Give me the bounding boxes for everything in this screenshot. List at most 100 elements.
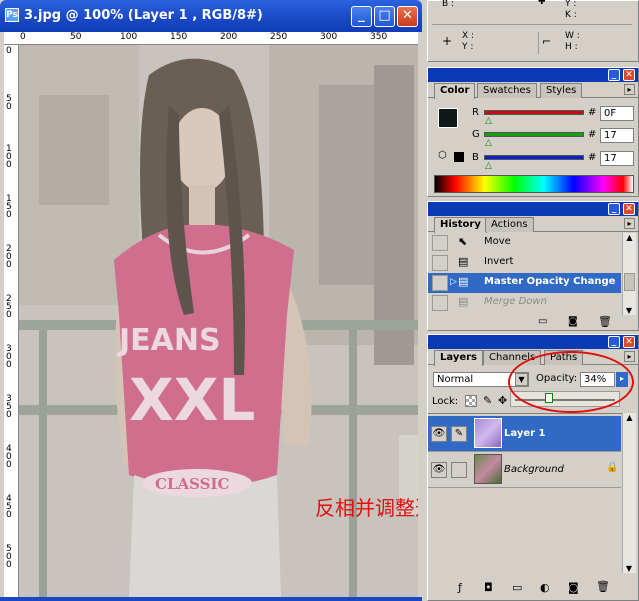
brush-icon[interactable]: ✎ xyxy=(483,394,492,407)
ruler-tick-label: 3 5 0 xyxy=(6,394,12,420)
history-brush-checkbox[interactable] xyxy=(432,275,448,291)
ruler-tick-label: 5 0 xyxy=(6,94,12,112)
move-tool-icon: ⬉ xyxy=(458,235,468,248)
ruler-vertical: 0 5 0 1 0 0 1 5 0 2 0 0 2 5 0 3 0 0 3 5 … xyxy=(4,45,19,597)
layer-row[interactable]: 👁 Background 🔒 xyxy=(428,452,621,488)
scroll-down-icon[interactable]: ▼ xyxy=(623,306,635,315)
maximize-button[interactable]: □ xyxy=(374,6,395,27)
history-brush-checkbox[interactable] xyxy=(432,255,448,271)
paintbrush-icon[interactable]: ✎ xyxy=(451,426,467,442)
ruler-tick-label: 2 0 0 xyxy=(6,244,12,270)
channel-g-field[interactable]: 17 xyxy=(600,128,634,143)
history-item-undone[interactable]: ▤ Merge Down xyxy=(428,293,621,313)
eye-icon[interactable]: 👁 xyxy=(431,426,447,442)
color-panel: _ ✕ Color Swatches Styles ▸ ⬡ R △ # 0F G… xyxy=(427,67,639,197)
slider-thumb-icon[interactable]: △ xyxy=(485,138,492,148)
hash-label: # xyxy=(588,107,597,118)
trash-icon[interactable]: 🗑 xyxy=(596,580,610,593)
ruler-tick-label: 300 xyxy=(320,32,338,42)
ruler-tick-label: 1 0 0 xyxy=(6,144,12,170)
panel-menu-arrow-icon[interactable]: ▸ xyxy=(624,84,635,95)
panel-minimize-button[interactable]: _ xyxy=(608,203,620,215)
close-button[interactable]: ✕ xyxy=(397,6,418,27)
scroll-up-icon[interactable]: ▲ xyxy=(623,233,636,242)
panel-close-button[interactable]: ✕ xyxy=(623,69,635,81)
channel-g-slider[interactable] xyxy=(484,132,584,137)
layer-mask-icon[interactable]: ◘ xyxy=(484,581,493,594)
annotation-circle xyxy=(508,351,634,413)
history-scrollbar[interactable]: ▲ ▼ xyxy=(622,233,636,315)
foreground-color-swatch[interactable] xyxy=(438,108,458,128)
lock-icon: 🔒 xyxy=(606,462,619,473)
panel-close-button[interactable]: ✕ xyxy=(623,336,635,348)
trash-icon[interactable]: 🗑 xyxy=(598,315,612,328)
channel-b-field[interactable]: 17 xyxy=(600,151,634,166)
hash-label: # xyxy=(588,129,597,140)
history-brush-checkbox[interactable] xyxy=(432,235,448,251)
move-lock-icon[interactable]: ✥ xyxy=(498,394,507,407)
panel-menu-arrow-icon[interactable]: ▸ xyxy=(624,351,635,362)
new-snapshot-icon[interactable]: ▭ xyxy=(538,316,547,327)
scroll-thumb[interactable] xyxy=(624,273,635,291)
shirt-print-line1: JEANS xyxy=(117,323,221,358)
scroll-down-icon[interactable]: ▼ xyxy=(623,564,635,573)
tab-actions[interactable]: Actions xyxy=(485,217,534,232)
ruler-tick-label: 350 xyxy=(370,32,388,42)
new-layer-icon[interactable]: ◙ xyxy=(568,581,579,594)
tab-styles[interactable]: Styles xyxy=(540,83,583,98)
history-item[interactable]: ⬉ Move xyxy=(428,233,621,253)
history-item[interactable]: ▤ Invert xyxy=(428,253,621,273)
new-group-icon[interactable]: ▭ xyxy=(512,581,522,594)
layers-panel: _ ✕ Layers Channels Paths ▸ Normal ▼ Opa… xyxy=(427,334,639,601)
channel-r-field[interactable]: 0F xyxy=(600,106,634,121)
layers-panel-titlebar[interactable]: _ ✕ xyxy=(428,335,638,349)
ruler-tick-label: 50 xyxy=(70,32,82,42)
color-panel-titlebar[interactable]: _ ✕ xyxy=(428,68,638,82)
document-icon: ▤ xyxy=(458,295,469,308)
minimize-button[interactable]: _ xyxy=(351,6,372,27)
tab-swatches[interactable]: Swatches xyxy=(477,83,537,98)
history-item-selected[interactable]: ▷ ▤ Master Opacity Change xyxy=(428,273,621,293)
new-document-icon[interactable]: ◙ xyxy=(568,316,578,327)
slider-thumb-icon[interactable]: △ xyxy=(485,116,492,126)
ruler-tick-label: 0 xyxy=(6,46,12,56)
tab-layers[interactable]: Layers xyxy=(434,350,483,366)
adjustment-layer-icon[interactable]: ◐ xyxy=(540,581,550,594)
channel-r-label: R xyxy=(472,107,479,118)
panel-menu-arrow-icon[interactable]: ▸ xyxy=(624,218,635,229)
info-panel: B : ✚ Y : K : + X : Y : ⌐ W : H : xyxy=(427,0,639,62)
crosshair-icon: + xyxy=(442,34,453,48)
history-brush-checkbox[interactable] xyxy=(432,295,448,311)
web-safe-swatch[interactable] xyxy=(454,152,464,162)
document-icon: ▤ xyxy=(458,275,469,288)
history-panel-titlebar[interactable]: _ ✕ xyxy=(428,202,638,216)
document-title-bar[interactable]: Ps 3.jpg @ 100% (Layer 1 , RGB/8#) _ □ ✕ xyxy=(0,0,422,32)
lock-transparency-icon[interactable] xyxy=(465,395,477,407)
photoshop-doc-icon: Ps xyxy=(5,8,19,22)
layer-style-icon[interactable]: ƒ xyxy=(458,581,462,594)
channel-b-label: B xyxy=(472,152,479,163)
channel-r-slider[interactable] xyxy=(484,110,584,115)
eye-icon[interactable]: 👁 xyxy=(431,462,447,478)
photo-illustration: JEANS XXL CLASSIC 反相并调整透明度 xyxy=(19,45,418,597)
panel-close-button[interactable]: ✕ xyxy=(623,203,635,215)
tab-history[interactable]: History xyxy=(434,217,487,233)
panel-minimize-button[interactable]: _ xyxy=(608,336,620,348)
history-list: ⬉ Move ▤ Invert ▷ ▤ Master Opacity Chang… xyxy=(428,233,624,315)
channel-b-slider[interactable] xyxy=(484,155,584,160)
ruler-tick-label: 250 xyxy=(270,32,288,42)
annotation-caption: 反相并调整透明度 xyxy=(315,496,418,520)
slider-thumb-icon[interactable]: △ xyxy=(485,161,492,171)
link-slot[interactable] xyxy=(451,462,467,478)
layers-scrollbar[interactable]: ▲ ▼ xyxy=(622,413,636,573)
scroll-up-icon[interactable]: ▲ xyxy=(623,413,636,422)
tab-color[interactable]: Color xyxy=(434,83,476,99)
info-divider xyxy=(538,32,539,54)
layer-thumbnail xyxy=(474,418,502,448)
color-ramp[interactable] xyxy=(434,175,634,193)
image-canvas[interactable]: JEANS XXL CLASSIC 反相并调整透明度 xyxy=(19,45,418,597)
ruler-tick-label: 100 xyxy=(120,32,138,42)
info-w-label: W : xyxy=(565,31,580,41)
panel-minimize-button[interactable]: _ xyxy=(608,69,620,81)
layer-row-selected[interactable]: 👁 ✎ Layer 1 xyxy=(428,416,621,452)
